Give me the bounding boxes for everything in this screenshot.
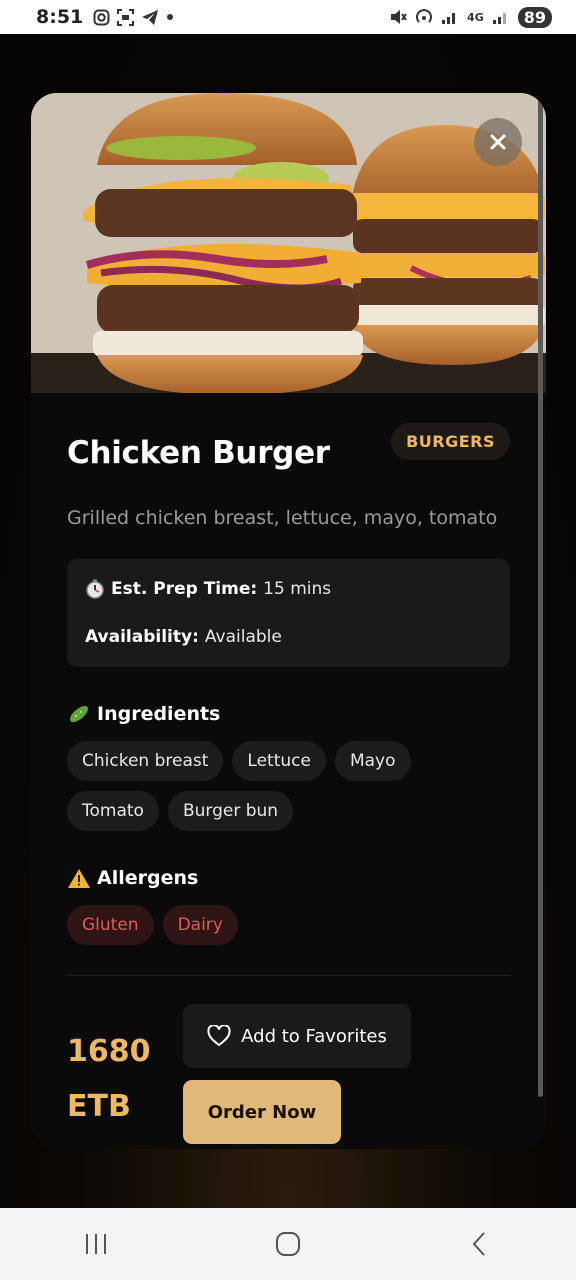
ingredients-list: Chicken breast Lettuce Mayo Tomato Burge… [67,741,510,831]
divider [67,975,510,976]
allergen-chip: Gluten [67,905,154,945]
ingredient-chip: Mayo [334,741,411,781]
close-button[interactable] [474,118,522,166]
ingredient-chip: Lettuce [232,741,326,781]
back-icon [472,1232,485,1256]
prep-time-value: 15 mins [263,579,332,599]
allergens-title: Allergens [97,867,199,889]
prep-time-row: Est. Prep Time: 15 mins [85,579,492,599]
availability-value: Available [204,627,282,647]
ingredients-heading: Ingredients [67,703,510,725]
item-title: Chicken Burger [67,435,330,471]
ingredient-chip: Chicken breast [67,741,224,781]
battery-level: 89 [517,6,552,28]
recents-icon [86,1234,106,1254]
allergens-list: Gluten Dairy [67,905,510,945]
hotspot-icon [416,9,432,23]
heart-outline-icon [207,1025,231,1047]
status-bar: 8:51 4G 89 [0,0,576,34]
dot-icon [167,14,174,20]
mute-icon [391,10,407,24]
ingredient-chip: Tomato [67,791,159,831]
system-icons: 4G 89 [389,6,552,28]
availability-label: Availability: [85,627,199,647]
cucumber-icon [69,705,89,723]
prep-time-label: Est. Prep Time: [111,579,258,599]
signal-icon [442,13,456,24]
item-description: Grilled chicken breast, lettuce, mayo, t… [67,507,498,529]
availability-row: Availability: Available [85,627,492,647]
burger-photo [31,93,546,393]
price-amount: 1680 [67,1034,151,1069]
network-type: 4G [467,10,484,24]
order-label: Order Now [207,1102,317,1123]
modal-scrollbar[interactable] [538,97,543,1097]
home-button[interactable] [258,1224,318,1264]
back-button[interactable] [450,1224,510,1264]
price: 1680 ETB [67,1024,177,1134]
item-detail-modal: Chicken Burger BURGERS Grilled chicken b… [31,93,546,1149]
item-details: Chicken Burger BURGERS Grilled chicken b… [67,423,510,1144]
add-to-favorites-button[interactable]: Add to Favorites [183,1004,411,1068]
category-badge: BURGERS [391,423,510,460]
item-image [31,93,546,393]
allergen-chip: Dairy [162,905,238,945]
scan-icon [117,8,135,26]
title-row: Chicken Burger BURGERS [67,423,510,471]
warning-icon [68,868,90,888]
ingredient-chip: Burger bun [167,791,294,831]
ingredients-title: Ingredients [97,703,221,725]
order-now-button[interactable]: Order Now [183,1080,341,1144]
status-time: 8:51 [36,6,84,28]
notification-icons [93,8,174,26]
allergens-heading: Allergens [67,867,510,889]
favorites-label: Add to Favorites [241,1025,387,1047]
telegram-icon [142,9,159,25]
signal-icon-2 [492,13,506,24]
close-icon [490,134,506,150]
price-currency: ETB [67,1089,131,1124]
system-nav-bar [0,1208,576,1280]
stopwatch-icon [86,579,104,599]
recents-button[interactable] [66,1224,126,1264]
instagram-icon [93,9,110,25]
modal-footer: 1680 ETB Add to Favorites Order Now [67,1004,510,1144]
home-icon [276,1232,300,1256]
info-card: Est. Prep Time: 15 mins Availability: Av… [67,559,510,667]
